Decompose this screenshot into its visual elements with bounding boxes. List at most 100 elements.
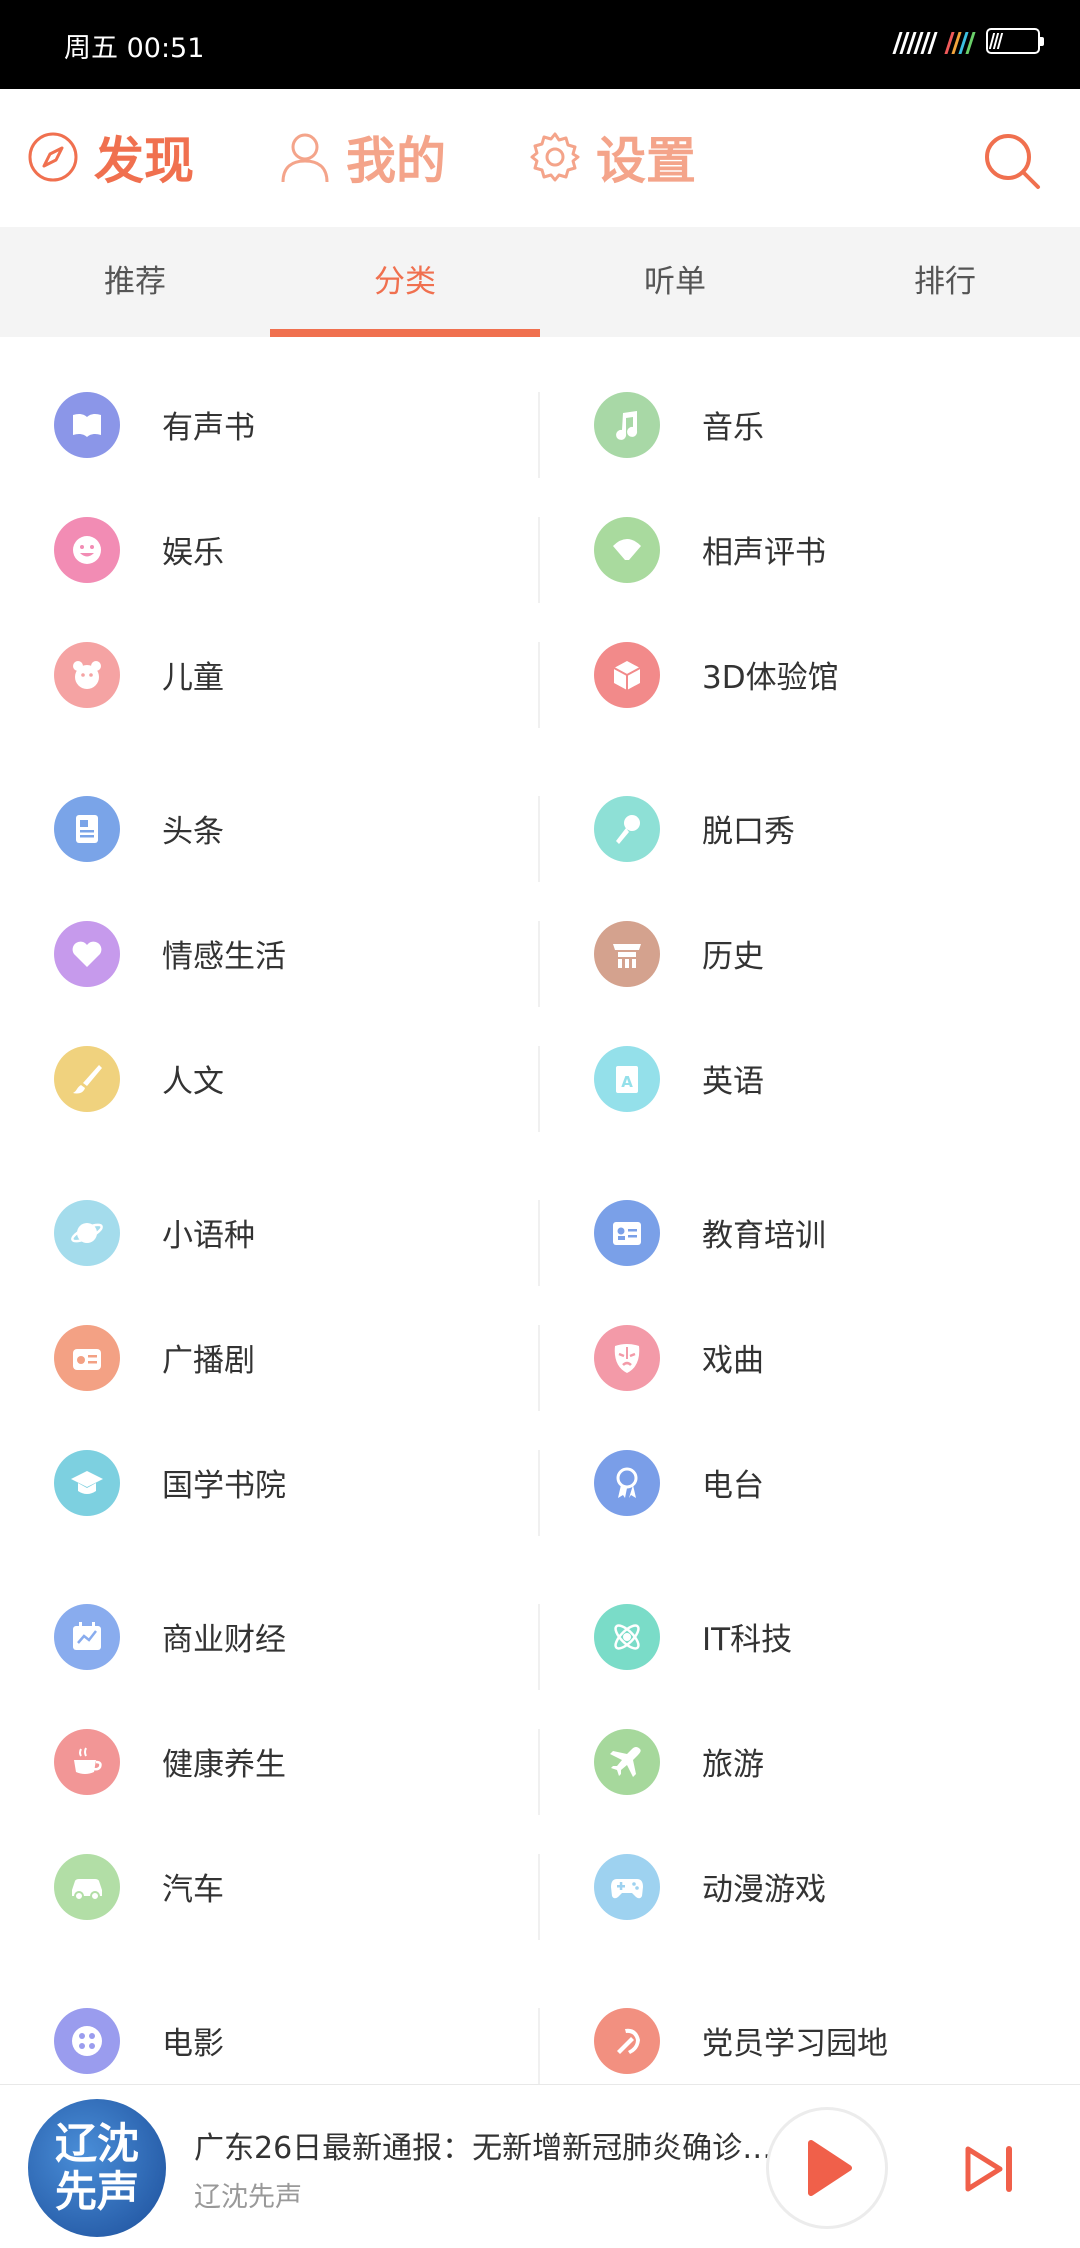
category-label: 商业财经 xyxy=(162,1622,286,1658)
category-label: 电影 xyxy=(162,2026,224,2062)
nav-settings-label: 设置 xyxy=(596,132,696,190)
fan-icon xyxy=(594,516,660,583)
heart-icon xyxy=(54,920,120,987)
category-item[interactable]: 历史 xyxy=(540,891,1080,1016)
gear-icon xyxy=(530,132,580,182)
category-item[interactable]: 汽车 xyxy=(0,1824,540,1949)
category-label: IT科技 xyxy=(702,1622,793,1658)
category-item[interactable]: 小语种 xyxy=(0,1170,540,1295)
english-book-icon: A xyxy=(594,1045,660,1112)
category-item[interactable]: 广播剧 xyxy=(0,1295,540,1420)
bear-icon xyxy=(54,641,120,708)
category-label: 头条 xyxy=(162,814,224,850)
search-icon[interactable] xyxy=(982,131,1042,191)
microphone-icon xyxy=(594,795,660,862)
temple-icon xyxy=(594,920,660,987)
category-label: 人文 xyxy=(162,1064,224,1100)
battery-icon xyxy=(986,28,1044,54)
category-group: 头条 脱口秀情感生活 历史人文 A 英语 xyxy=(0,766,1080,1141)
category-label: 音乐 xyxy=(702,410,764,446)
category-group: 小语种 教育培训广播剧 戏曲国学书院 电台 xyxy=(0,1170,1080,1545)
category-label: 戏曲 xyxy=(702,1343,764,1379)
opera-mask-icon xyxy=(594,1324,660,1391)
mini-player[interactable]: 辽沈 先声 广东26日最新通报：无新增新冠肺炎确诊病例 辽沈先声 xyxy=(0,2084,1080,2248)
category-item[interactable]: 旅游 xyxy=(540,1699,1080,1824)
atom-icon xyxy=(594,1603,660,1670)
category-item[interactable]: 国学书院 xyxy=(0,1420,540,1545)
status-indicators xyxy=(892,28,1044,54)
hammer-sickle-icon xyxy=(594,2007,660,2074)
category-item[interactable]: 音乐 xyxy=(540,362,1080,487)
tab-recommend[interactable]: 推荐 xyxy=(0,227,270,337)
category-label: 动漫游戏 xyxy=(702,1872,826,1908)
top-nav: 发现 我的 设置 xyxy=(0,89,1080,227)
nav-settings[interactable]: 设置 xyxy=(528,121,696,193)
category-label: 脱口秀 xyxy=(702,814,795,850)
user-icon xyxy=(281,133,329,183)
category-label: 广播剧 xyxy=(162,1343,255,1379)
category-item[interactable]: 娱乐 xyxy=(0,487,540,612)
category-label: 娱乐 xyxy=(162,535,224,571)
news-icon xyxy=(54,795,120,862)
track-title: 广东26日最新通报：无新增新冠肺炎确诊病例 xyxy=(194,2131,774,2166)
play-button[interactable] xyxy=(766,2107,888,2229)
album-cover[interactable]: 辽沈 先声 xyxy=(28,2099,166,2237)
track-source: 辽沈先声 xyxy=(194,2182,302,2213)
category-item[interactable]: 3D体验馆 xyxy=(540,612,1080,737)
category-item[interactable]: 人文 xyxy=(0,1016,540,1141)
cover-text-line1: 辽沈 xyxy=(54,2119,139,2168)
category-group: 商业财经 IT科技健康养生 旅游汽车 动漫游戏 xyxy=(0,1574,1080,1949)
category-item[interactable]: 脱口秀 xyxy=(540,766,1080,891)
category-item[interactable]: 有声书 xyxy=(0,362,540,487)
category-item[interactable]: 健康养生 xyxy=(0,1699,540,1824)
category-label: 教育培训 xyxy=(702,1218,826,1254)
category-item[interactable]: 电台 xyxy=(540,1420,1080,1545)
category-tabs: 推荐 分类 听单 排行 xyxy=(0,227,1080,337)
tab-playlists[interactable]: 听单 xyxy=(540,227,810,337)
gamepad-icon xyxy=(594,1853,660,1920)
next-track-icon[interactable] xyxy=(962,2141,1018,2197)
category-item[interactable]: 戏曲 xyxy=(540,1295,1080,1420)
id-card-icon xyxy=(594,1199,660,1266)
cube-icon xyxy=(594,641,660,708)
planet-icon xyxy=(54,1199,120,1266)
music-note-icon xyxy=(594,391,660,458)
category-item[interactable]: 相声评书 xyxy=(540,487,1080,612)
category-label: 健康养生 xyxy=(162,1747,286,1783)
graduation-cap-icon xyxy=(54,1449,120,1516)
category-label: 英语 xyxy=(702,1064,764,1100)
chart-calendar-icon xyxy=(54,1603,120,1670)
film-reel-icon xyxy=(54,2007,120,2074)
category-label: 汽车 xyxy=(162,1872,224,1908)
category-item[interactable]: 商业财经 xyxy=(0,1574,540,1699)
category-label: 历史 xyxy=(702,939,764,975)
book-icon xyxy=(54,391,120,458)
category-item[interactable]: IT科技 xyxy=(540,1574,1080,1699)
category-label: 儿童 xyxy=(162,660,224,696)
category-label: 3D体验馆 xyxy=(702,660,839,696)
category-item[interactable]: 头条 xyxy=(0,766,540,891)
radio-badge-icon xyxy=(594,1449,660,1516)
category-label: 相声评书 xyxy=(702,535,826,571)
category-item[interactable]: 情感生活 xyxy=(0,891,540,1016)
tab-category[interactable]: 分类 xyxy=(270,227,540,337)
category-item[interactable]: 动漫游戏 xyxy=(540,1824,1080,1949)
category-item[interactable]: 儿童 xyxy=(0,612,540,737)
svg-text:A: A xyxy=(621,1073,633,1091)
category-label: 有声书 xyxy=(162,410,255,446)
cover-text-line2: 先声 xyxy=(54,2167,139,2216)
tab-ranking[interactable]: 排行 xyxy=(810,227,1080,337)
status-time: 周五 00:51 xyxy=(64,33,205,64)
nav-mine-label: 我的 xyxy=(346,132,446,190)
nav-mine[interactable]: 我的 xyxy=(278,121,446,193)
signal-icon xyxy=(892,28,938,54)
category-item[interactable]: 教育培训 xyxy=(540,1170,1080,1295)
nav-discover[interactable]: 发现 xyxy=(26,121,194,193)
category-label: 党员学习园地 xyxy=(702,2026,888,2062)
category-label: 电台 xyxy=(702,1468,764,1504)
radio-icon xyxy=(54,1324,120,1391)
category-item[interactable]: A 英语 xyxy=(540,1016,1080,1141)
smiley-icon xyxy=(54,516,120,583)
airplane-icon xyxy=(594,1728,660,1795)
category-label: 情感生活 xyxy=(162,939,286,975)
